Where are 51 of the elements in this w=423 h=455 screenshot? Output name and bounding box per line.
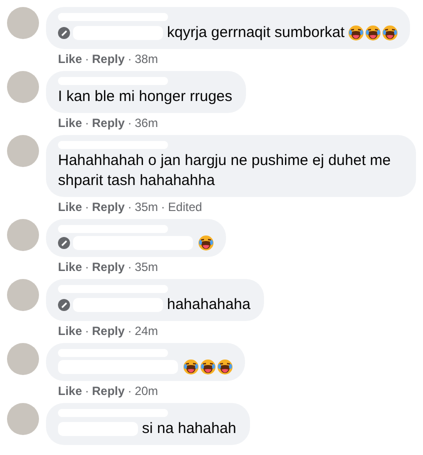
comment-text: Hahahhahah o jan hargju ne pushime ej duhet me shparit tash hahahahha bbox=[58, 151, 392, 191]
separator: · bbox=[128, 384, 132, 398]
comment-text: I kan ble mi honger rruges bbox=[58, 87, 232, 107]
timestamp[interactable]: 35m bbox=[134, 260, 158, 274]
action-link[interactable]: Like bbox=[58, 52, 82, 66]
action-link[interactable]: Reply bbox=[92, 324, 125, 338]
action-link[interactable]: Reply bbox=[92, 384, 125, 398]
action-link[interactable]: Like bbox=[58, 200, 82, 214]
avatar[interactable] bbox=[7, 7, 39, 39]
timestamp[interactable]: 38m bbox=[134, 52, 158, 66]
laughing-emoji-icon bbox=[183, 359, 199, 375]
separator: · bbox=[85, 260, 90, 274]
comment-text: si na hahahah bbox=[142, 419, 236, 439]
avatar[interactable] bbox=[7, 219, 39, 251]
laughing-emoji-icon bbox=[364, 25, 381, 41]
timestamp[interactable]: 36m bbox=[134, 116, 158, 130]
avatar[interactable] bbox=[7, 279, 39, 311]
separator: · bbox=[128, 116, 132, 130]
timestamp[interactable]: 24m bbox=[134, 324, 158, 338]
edited-label: Edited bbox=[168, 200, 202, 214]
separator: · bbox=[128, 324, 132, 338]
action-link[interactable]: Like bbox=[58, 116, 82, 130]
separator: · bbox=[85, 52, 90, 66]
separator: · bbox=[128, 260, 132, 274]
separator: · bbox=[85, 324, 90, 338]
separator: · bbox=[85, 116, 90, 130]
action-link[interactable]: Like bbox=[58, 260, 82, 274]
laughing-emoji-icon bbox=[200, 359, 216, 375]
action-link[interactable]: Like bbox=[58, 324, 82, 338]
avatar[interactable] bbox=[7, 135, 39, 167]
separator: · bbox=[128, 200, 132, 214]
laughing-emoji-icon bbox=[217, 359, 233, 375]
separator: · bbox=[161, 200, 166, 214]
action-link[interactable]: Reply bbox=[92, 260, 125, 274]
action-link[interactable]: Reply bbox=[92, 52, 125, 66]
separator: · bbox=[85, 200, 90, 214]
avatar[interactable] bbox=[7, 71, 39, 103]
action-link[interactable]: Like bbox=[58, 384, 82, 398]
timestamp[interactable]: 35m bbox=[134, 200, 158, 214]
laughing-emoji-icon bbox=[198, 235, 214, 251]
action-link[interactable]: Reply bbox=[92, 200, 125, 214]
comment-text: kqyrja gerrnaqit sumborkat bbox=[167, 23, 345, 43]
avatar[interactable] bbox=[7, 403, 39, 435]
avatar[interactable] bbox=[7, 343, 39, 375]
action-link[interactable]: Reply bbox=[92, 116, 125, 130]
laughing-emoji-icon bbox=[382, 25, 398, 41]
laughing-emoji-icon bbox=[348, 25, 364, 41]
separator: · bbox=[128, 52, 132, 66]
timestamp[interactable]: 20m bbox=[134, 384, 158, 398]
separator: · bbox=[85, 384, 90, 398]
comment-text: hahahahaha bbox=[167, 295, 250, 315]
